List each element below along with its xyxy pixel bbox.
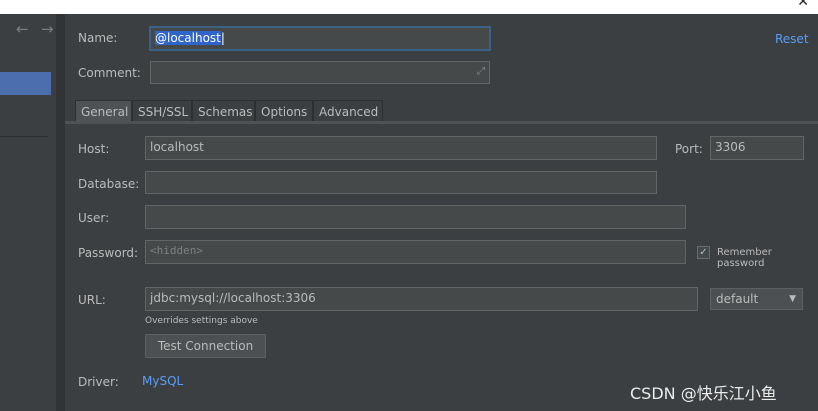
database-label: Database: — [78, 177, 140, 191]
tab-schemas[interactable]: Schemas — [192, 100, 255, 122]
test-connection-button[interactable]: Test Connection — [145, 334, 266, 358]
window-titlebar: ✕ — [0, 0, 818, 14]
tab-options[interactable]: Options — [255, 100, 313, 122]
driver-link[interactable]: MySQL — [142, 374, 183, 388]
name-input[interactable]: @localhost| — [149, 26, 491, 51]
tab-ssh-ssl[interactable]: SSH/SSL — [132, 100, 192, 122]
port-input[interactable]: 3306 — [710, 136, 804, 160]
sidebar-selected-item[interactable] — [0, 72, 51, 95]
database-input[interactable] — [145, 171, 657, 194]
splitter[interactable] — [56, 14, 65, 411]
close-icon[interactable]: ✕ — [797, 0, 809, 9]
reset-link[interactable]: Reset — [775, 32, 809, 46]
url-label: URL: — [78, 293, 106, 307]
password-label: Password: — [78, 246, 139, 260]
back-arrow-icon[interactable]: ← — [16, 20, 29, 38]
sidebar: ← → — [0, 14, 54, 411]
url-driver-select[interactable]: default ▼ — [710, 288, 803, 310]
comment-label: Comment: — [78, 66, 141, 80]
forward-arrow-icon[interactable]: → — [41, 20, 54, 38]
url-note: Overrides settings above — [145, 316, 258, 326]
remember-password-checkbox[interactable]: ✓ — [697, 246, 710, 259]
name-label: Name: — [78, 31, 118, 45]
url-input[interactable]: jdbc:mysql://localhost:3306 — [145, 287, 698, 311]
port-label: Port: — [675, 142, 703, 156]
sidebar-divider — [0, 136, 48, 137]
remember-password-label: Remember password — [717, 247, 772, 269]
tab-underline — [65, 121, 818, 124]
host-label: Host: — [78, 142, 110, 156]
password-input[interactable]: <hidden> — [145, 240, 686, 264]
expand-icon[interactable]: ⤢ — [477, 62, 485, 82]
tab-general[interactable]: General — [75, 100, 132, 122]
user-input[interactable] — [145, 205, 686, 229]
tab-advanced[interactable]: Advanced — [313, 100, 383, 122]
comment-input[interactable]: ⤢ — [150, 61, 490, 84]
user-label: User: — [78, 211, 110, 225]
name-input-value: @localhost — [155, 31, 221, 45]
chevron-down-icon: ▼ — [789, 294, 796, 304]
host-input[interactable]: localhost — [145, 136, 657, 160]
url-driver-select-value: default — [716, 292, 759, 306]
watermark: CSDN @快乐江小鱼 — [630, 384, 777, 403]
driver-label: Driver: — [78, 375, 119, 389]
